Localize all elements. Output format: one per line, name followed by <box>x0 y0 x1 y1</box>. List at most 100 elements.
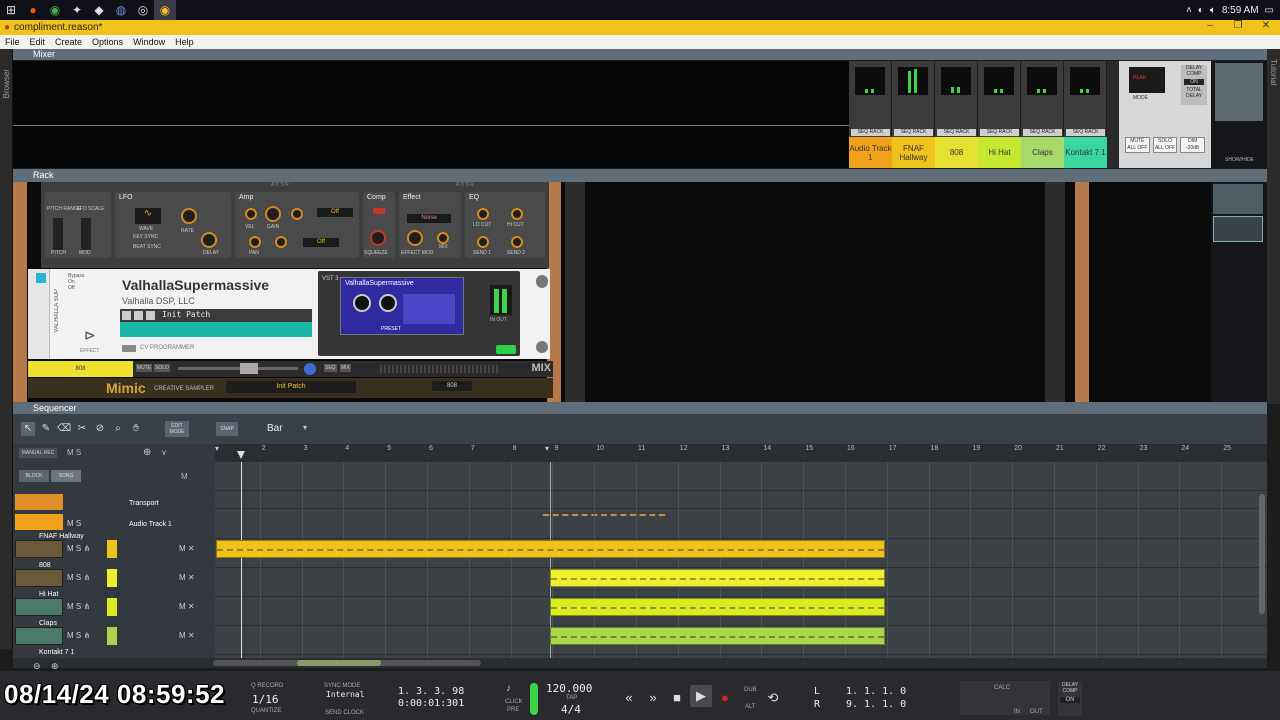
mode-label[interactable]: MODE <box>1133 95 1148 101</box>
note-clip[interactable] <box>550 598 885 616</box>
maximize-button[interactable]: ❐ <box>1224 20 1252 31</box>
mute-solo-buttons[interactable]: M S <box>67 519 81 528</box>
send-clock-label[interactable]: SEND CLOCK <box>325 710 364 716</box>
bypass-switch[interactable]: Bypass On Off <box>68 273 84 291</box>
track-thumb[interactable] <box>15 627 63 645</box>
mute-solo-buttons[interactable]: M S ⋔ <box>67 544 90 553</box>
song-button[interactable]: SONG <box>51 470 81 482</box>
chrome-icon[interactable]: ◉ <box>44 0 66 20</box>
next-patch-icon[interactable] <box>146 311 155 320</box>
mute-button[interactable]: MUTE <box>136 364 153 372</box>
mimic-patch-name[interactable]: Init Patch <box>226 381 356 393</box>
tempo-value[interactable]: 120.000 <box>546 682 592 695</box>
menu-create[interactable]: Create <box>50 37 87 47</box>
navigator-viewport[interactable] <box>1213 216 1263 242</box>
patch-name[interactable]: Init Patch <box>162 310 210 319</box>
fader-track[interactable] <box>178 367 298 370</box>
cv-programmer-toggle[interactable] <box>122 345 136 352</box>
track-name[interactable]: Kontakt 7 1 <box>39 649 74 656</box>
plugin-gui-thumbnail[interactable]: ValhallaSupermassive PRESET <box>340 277 464 335</box>
play-button[interactable]: ▶ <box>690 685 712 707</box>
play-icon[interactable]: ⊳ <box>84 327 96 344</box>
squeeze-knob[interactable] <box>370 230 386 246</box>
amp-mode-display[interactable]: Off <box>317 208 353 217</box>
hi-cut-knob[interactable] <box>511 208 523 220</box>
transport-track-thumb[interactable] <box>15 494 63 510</box>
mixer-navigator[interactable]: SHOW/HIDE <box>1211 61 1267 168</box>
amp-mod-knob[interactable] <box>275 236 287 248</box>
close-button[interactable]: ✕ <box>1252 20 1280 31</box>
delay-knob[interactable] <box>201 232 217 248</box>
bypass-indicator[interactable] <box>36 273 46 283</box>
mod-knob[interactable] <box>291 208 303 220</box>
sync-mode-value[interactable]: Internal <box>326 690 365 699</box>
chevron-up-icon[interactable]: ˄ <box>1186 5 1192 16</box>
menu-options[interactable]: Options <box>87 37 128 47</box>
save-patch-icon[interactable] <box>122 311 131 320</box>
song-position-bars[interactable]: 1. 3. 3. 98 <box>398 686 464 697</box>
rewind-button[interactable]: « <box>618 687 640 709</box>
effect-mix-knob[interactable] <box>437 232 449 244</box>
channel-name[interactable]: Kontakt 7 1 <box>1064 137 1107 168</box>
track-thumb[interactable] <box>15 569 63 587</box>
channel-name[interactable]: Audio Track 1 <box>849 137 892 168</box>
windows-icon[interactable]: ⊞ <box>0 0 22 20</box>
menu-help[interactable]: Help <box>170 37 199 47</box>
block-button[interactable]: BLOCK <box>19 470 49 482</box>
track-thumb[interactable] <box>15 540 63 558</box>
vel-knob[interactable] <box>245 208 257 220</box>
master-mute-label[interactable]: M <box>181 472 188 481</box>
volume-icon[interactable]: 🔈︎ <box>1210 5 1216 16</box>
track-color[interactable] <box>107 598 117 616</box>
key-sync-label[interactable]: KEY SYNC <box>133 234 158 240</box>
snap-button[interactable]: SNAP <box>216 422 238 436</box>
steam-icon[interactable]: ✦ <box>66 0 88 20</box>
epic-icon[interactable]: ◆ <box>88 0 110 20</box>
effect-type-display[interactable]: Noise <box>407 214 451 223</box>
pan-knob[interactable] <box>249 236 261 248</box>
track-color[interactable] <box>107 569 117 587</box>
comp-led[interactable] <box>373 208 385 214</box>
channel-strip[interactable]: SEQ RACK Kontakt 7 1 <box>1064 61 1107 168</box>
time-signature[interactable]: 4/4 <box>561 703 581 716</box>
channel-name[interactable]: FNAF Hallway <box>892 137 935 168</box>
channel-name[interactable]: Claps <box>1021 137 1064 168</box>
add-track-icon[interactable]: ⊕ <box>143 447 151 458</box>
track-name[interactable]: Transport <box>129 500 159 507</box>
discord-icon[interactable]: ◍ <box>110 0 132 20</box>
track-mute-button[interactable]: M ✕ <box>179 544 195 553</box>
show-hide-label[interactable]: SHOW/HIDE <box>1225 157 1254 163</box>
mute-solo-buttons[interactable]: M S ⋔ <box>67 631 90 640</box>
clock[interactable]: 8:59 AM <box>1222 5 1259 16</box>
channel-name[interactable]: 808 <box>935 137 978 168</box>
track-name[interactable]: Audio Track 1 <box>129 521 172 528</box>
track-mute-button[interactable]: M ✕ <box>179 631 195 640</box>
vertical-scrollbar[interactable] <box>1259 494 1265 614</box>
mix-button[interactable]: MIX <box>340 364 351 372</box>
edit-mode-button[interactable]: EDIT MODE <box>165 421 189 437</box>
network-icon[interactable]: ◐ <box>1198 5 1204 16</box>
menu-file[interactable]: File <box>0 37 25 47</box>
fast-forward-button[interactable]: » <box>642 687 664 709</box>
sequencer-header[interactable]: Sequencer <box>13 402 1267 414</box>
send2-knob[interactable] <box>511 236 523 248</box>
channel-name[interactable]: Hi Hat <box>978 137 1021 168</box>
razor-tool-icon[interactable]: ✂ <box>75 422 89 436</box>
mute-solo-buttons[interactable]: M S ⋔ <box>67 573 90 582</box>
filter-icon[interactable]: ⋎ <box>161 448 167 457</box>
track-mute-button[interactable]: M ✕ <box>179 573 195 582</box>
stop-button[interactable]: ■ <box>666 687 688 709</box>
loop-start-marker[interactable]: ▾ <box>215 444 227 454</box>
mute-all-off-button[interactable]: MUTE ALL OFF <box>1125 137 1150 153</box>
delay-comp-toggle[interactable]: DELAY COMP ON <box>1058 682 1082 716</box>
seq-rack-buttons[interactable]: SEQ RACK <box>1023 129 1062 136</box>
seq-rack-buttons[interactable]: SEQ RACK <box>980 129 1019 136</box>
snap-value[interactable]: Bar <box>267 423 283 434</box>
minimize-button[interactable]: – <box>1196 20 1224 31</box>
manual-rec-button[interactable]: MANUAL REC <box>19 448 57 458</box>
track-thumb[interactable] <box>15 598 63 616</box>
eraser-tool-icon[interactable]: ⌫ <box>57 422 71 436</box>
loop-end-marker[interactable]: ▾ <box>545 444 549 453</box>
patch-browser[interactable]: Init Patch <box>120 309 312 337</box>
beat-sync-label[interactable]: BEAT SYNC <box>133 244 161 250</box>
